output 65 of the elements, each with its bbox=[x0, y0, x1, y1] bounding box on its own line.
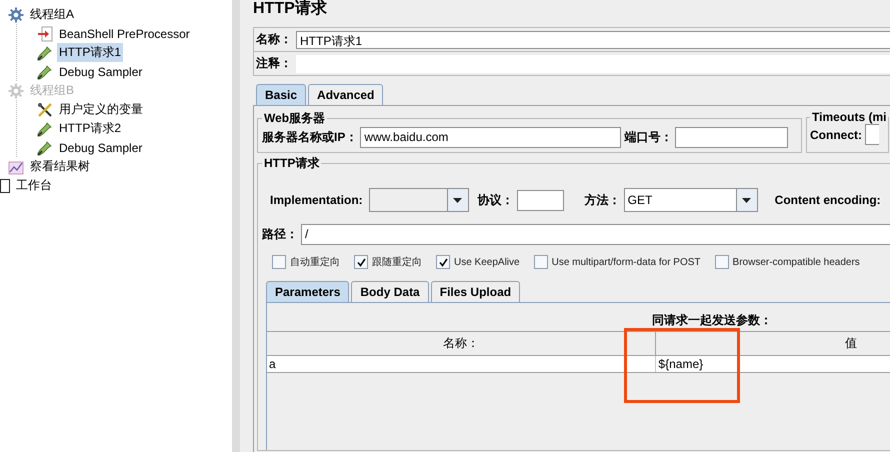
option-label: 自动重定向 bbox=[290, 256, 340, 269]
server-field[interactable]: www.baidu.com bbox=[360, 127, 622, 148]
checkbox[interactable] bbox=[714, 255, 729, 269]
pipette-icon bbox=[37, 44, 53, 60]
option-checkbox[interactable]: Browser-compatible headers bbox=[714, 255, 860, 269]
column-header: 值 bbox=[656, 332, 890, 356]
pipette-icon bbox=[37, 120, 53, 136]
method-dropdown[interactable]: GET bbox=[624, 188, 758, 212]
implementation-dropdown[interactable] bbox=[368, 188, 469, 212]
caret-icon bbox=[453, 198, 462, 202]
checkbox[interactable] bbox=[354, 255, 368, 269]
checkmark-icon bbox=[356, 258, 366, 266]
group-title: Timeouts (mi bbox=[811, 111, 888, 124]
option-label: Use KeepAlive bbox=[454, 256, 520, 268]
option-label: 跟随重定向 bbox=[372, 256, 422, 269]
checkbox[interactable] bbox=[534, 255, 548, 269]
chart-icon bbox=[8, 158, 24, 174]
tools-icon bbox=[37, 102, 53, 118]
method-label: 方法： bbox=[584, 192, 621, 208]
option-label: Browser-compatible headers bbox=[732, 256, 860, 268]
server-label: 服务器名称或IP： bbox=[262, 129, 358, 146]
arrow-page-icon bbox=[37, 26, 53, 42]
tab[interactable]: Basic bbox=[256, 84, 306, 105]
checkbox[interactable] bbox=[272, 255, 286, 269]
table-cell: ${name} bbox=[656, 356, 890, 372]
option-label: Use multipart/form-data for POST bbox=[552, 256, 701, 268]
path-label: 路径： bbox=[262, 226, 298, 243]
tree-item[interactable]: 察看结果树 bbox=[28, 157, 92, 176]
gear-icon bbox=[8, 6, 24, 22]
encoding-label: Content encoding: bbox=[774, 193, 881, 207]
tree-item[interactable]: BeanShell PreProcessor bbox=[57, 26, 192, 42]
option-checkbox[interactable]: 自动重定向 bbox=[272, 255, 340, 269]
group-title: Web服务器 bbox=[263, 110, 326, 127]
port-label: 端口号： bbox=[624, 129, 672, 146]
caret-icon bbox=[742, 198, 752, 202]
implementation-label: Implementation: bbox=[270, 193, 363, 207]
tree-item[interactable]: 线程组A bbox=[28, 5, 76, 24]
tab[interactable]: Advanced bbox=[308, 84, 384, 105]
checkbox[interactable] bbox=[436, 255, 450, 269]
protocol-label: 协议： bbox=[478, 192, 514, 208]
option-checkbox[interactable]: Use multipart/form-data for POST bbox=[534, 255, 701, 269]
checkmark-icon bbox=[438, 258, 448, 266]
pipette-icon bbox=[37, 64, 53, 80]
gear-icon bbox=[8, 82, 24, 98]
comment-label: 注释： bbox=[256, 55, 292, 72]
protocol-field[interactable] bbox=[516, 190, 564, 210]
group-title: HTTP请求 bbox=[263, 156, 320, 172]
tree-item[interactable]: 工作台 bbox=[14, 176, 54, 195]
connect-field[interactable] bbox=[865, 124, 879, 145]
column-header: 名称： bbox=[267, 332, 656, 356]
table-cell: a bbox=[267, 356, 656, 372]
name-label: 名称： bbox=[256, 31, 292, 48]
pipette-icon bbox=[37, 140, 53, 156]
parameters-heading: 同请求一起发送参数： bbox=[651, 313, 773, 327]
connect-label: Connect: bbox=[810, 128, 862, 142]
option-checkbox[interactable]: 跟随重定向 bbox=[354, 255, 422, 269]
tab[interactable]: Body Data bbox=[351, 281, 429, 302]
tree-item[interactable]: HTTP请求1 bbox=[57, 43, 124, 62]
tab[interactable]: Files Upload bbox=[430, 281, 520, 302]
tree-item[interactable]: Debug Sampler bbox=[57, 64, 144, 80]
option-checkbox[interactable]: Use KeepAlive bbox=[436, 255, 520, 269]
port-field[interactable] bbox=[675, 127, 788, 148]
name-field[interactable]: HTTP请求1 bbox=[296, 30, 890, 48]
path-field[interactable]: / bbox=[301, 224, 890, 245]
tab[interactable]: Parameters bbox=[266, 281, 350, 302]
